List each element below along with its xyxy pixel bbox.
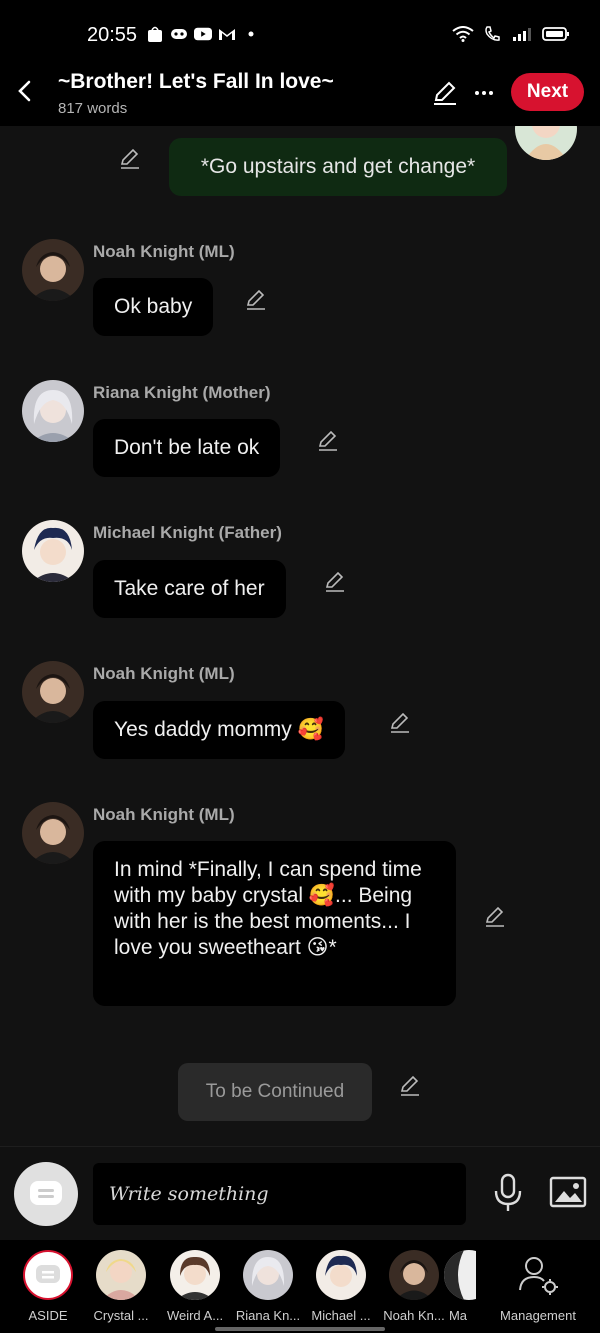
character-label: Noah Kn... bbox=[383, 1308, 445, 1323]
back-button[interactable] bbox=[10, 76, 40, 106]
avatar-noah bbox=[22, 802, 84, 864]
edit-message-icon[interactable] bbox=[388, 711, 412, 735]
message-bubble[interactable]: Don't be late ok bbox=[93, 419, 281, 477]
aside-button[interactable] bbox=[14, 1162, 78, 1226]
edit-message-icon[interactable] bbox=[323, 570, 347, 594]
call-icon bbox=[485, 26, 500, 41]
message-input[interactable] bbox=[93, 1163, 466, 1225]
character-avatar bbox=[170, 1250, 220, 1300]
message-bubble[interactable]: Yes daddy mommy 🥰 bbox=[93, 701, 345, 759]
gmail-icon bbox=[219, 29, 235, 40]
edit-message-icon[interactable] bbox=[316, 429, 340, 453]
speaker-name: Riana Knight (Mother) bbox=[93, 383, 271, 402]
character-label: Ma bbox=[448, 1308, 468, 1323]
wifi-icon bbox=[452, 26, 474, 42]
character-label: ASIDE bbox=[28, 1308, 68, 1323]
message-bubble[interactable]: In mind *Finally, I can spend time with … bbox=[93, 841, 456, 1006]
to-be-continued-block[interactable]: To be Continued bbox=[178, 1063, 372, 1121]
story-title: ~Brother! Let's Fall In love~ bbox=[58, 70, 334, 93]
speaker-name: Michael Knight (Father) bbox=[93, 523, 282, 542]
shopping-bag-icon bbox=[148, 26, 162, 42]
character-label: Michael ... bbox=[311, 1308, 371, 1323]
edit-title-icon[interactable] bbox=[430, 78, 460, 108]
character-label: Weird A... bbox=[166, 1308, 224, 1323]
speaker-name: Noah Knight (ML) bbox=[93, 242, 235, 261]
word-count: 817 words bbox=[58, 100, 128, 117]
character-michael[interactable]: Michael ... bbox=[305, 1250, 377, 1323]
character-crystal[interactable]: Crystal ... bbox=[85, 1250, 157, 1323]
edit-message-icon[interactable] bbox=[483, 905, 507, 929]
gamepad-icon bbox=[171, 29, 187, 39]
chat-bubble-icon bbox=[36, 1265, 60, 1283]
character-avatar bbox=[243, 1250, 293, 1300]
chevron-left-icon bbox=[18, 80, 31, 102]
speaker-name: Noah Knight (ML) bbox=[93, 664, 235, 683]
chat-area[interactable]: *Go upstairs and get change* Noah Knight… bbox=[0, 126, 600, 1146]
avatar-crystal bbox=[515, 126, 577, 160]
character-label: Riana Kn... bbox=[235, 1308, 301, 1323]
character-avatar bbox=[444, 1250, 476, 1300]
status-time: 20:55 bbox=[87, 24, 138, 46]
next-button[interactable]: Next bbox=[511, 73, 584, 111]
more-options-icon[interactable] bbox=[470, 78, 498, 108]
youtube-icon bbox=[194, 27, 212, 41]
image-icon[interactable] bbox=[549, 1175, 587, 1209]
character-avatar bbox=[389, 1250, 439, 1300]
avatar-riana bbox=[22, 380, 84, 442]
signal-icon bbox=[513, 28, 531, 41]
character-label: Crystal ... bbox=[93, 1308, 149, 1323]
avatar-noah bbox=[22, 661, 84, 723]
avatar-michael bbox=[22, 520, 84, 582]
character-label: Management bbox=[500, 1308, 576, 1323]
speaker-name: Noah Knight (ML) bbox=[93, 805, 235, 824]
management-button[interactable]: Management bbox=[500, 1250, 576, 1323]
character-riana[interactable]: Riana Kn... bbox=[232, 1250, 304, 1323]
character-avatar bbox=[96, 1250, 146, 1300]
edit-message-icon[interactable] bbox=[118, 147, 142, 171]
composer-bar bbox=[0, 1146, 600, 1240]
character-bar: ASIDE Crystal ... Weird A... Riana Kn...… bbox=[0, 1240, 600, 1333]
home-indicator bbox=[215, 1327, 385, 1331]
status-bar: 20:55 bbox=[0, 0, 600, 66]
edit-message-icon[interactable] bbox=[244, 288, 268, 312]
aside-avatar bbox=[23, 1250, 73, 1300]
dot-icon bbox=[248, 31, 254, 37]
avatar-noah bbox=[22, 239, 84, 301]
microphone-icon[interactable] bbox=[492, 1173, 524, 1213]
message-bubble[interactable]: Ok baby bbox=[93, 278, 214, 336]
user-settings-icon bbox=[519, 1257, 558, 1295]
character-avatar bbox=[316, 1250, 366, 1300]
story-header: ~Brother! Let's Fall In love~ 817 words … bbox=[0, 66, 600, 126]
notification-icons bbox=[146, 26, 260, 42]
edit-message-icon[interactable] bbox=[398, 1074, 422, 1098]
battery-icon bbox=[542, 27, 569, 41]
system-icons bbox=[452, 26, 570, 42]
chat-bubble-icon bbox=[30, 1181, 62, 1205]
character-aside[interactable]: ASIDE bbox=[12, 1250, 84, 1323]
character-partial[interactable]: Ma bbox=[440, 1250, 476, 1323]
character-weird[interactable]: Weird A... bbox=[159, 1250, 231, 1323]
message-bubble[interactable]: *Go upstairs and get change* bbox=[169, 138, 507, 196]
message-bubble[interactable]: Take care of her bbox=[93, 560, 286, 618]
